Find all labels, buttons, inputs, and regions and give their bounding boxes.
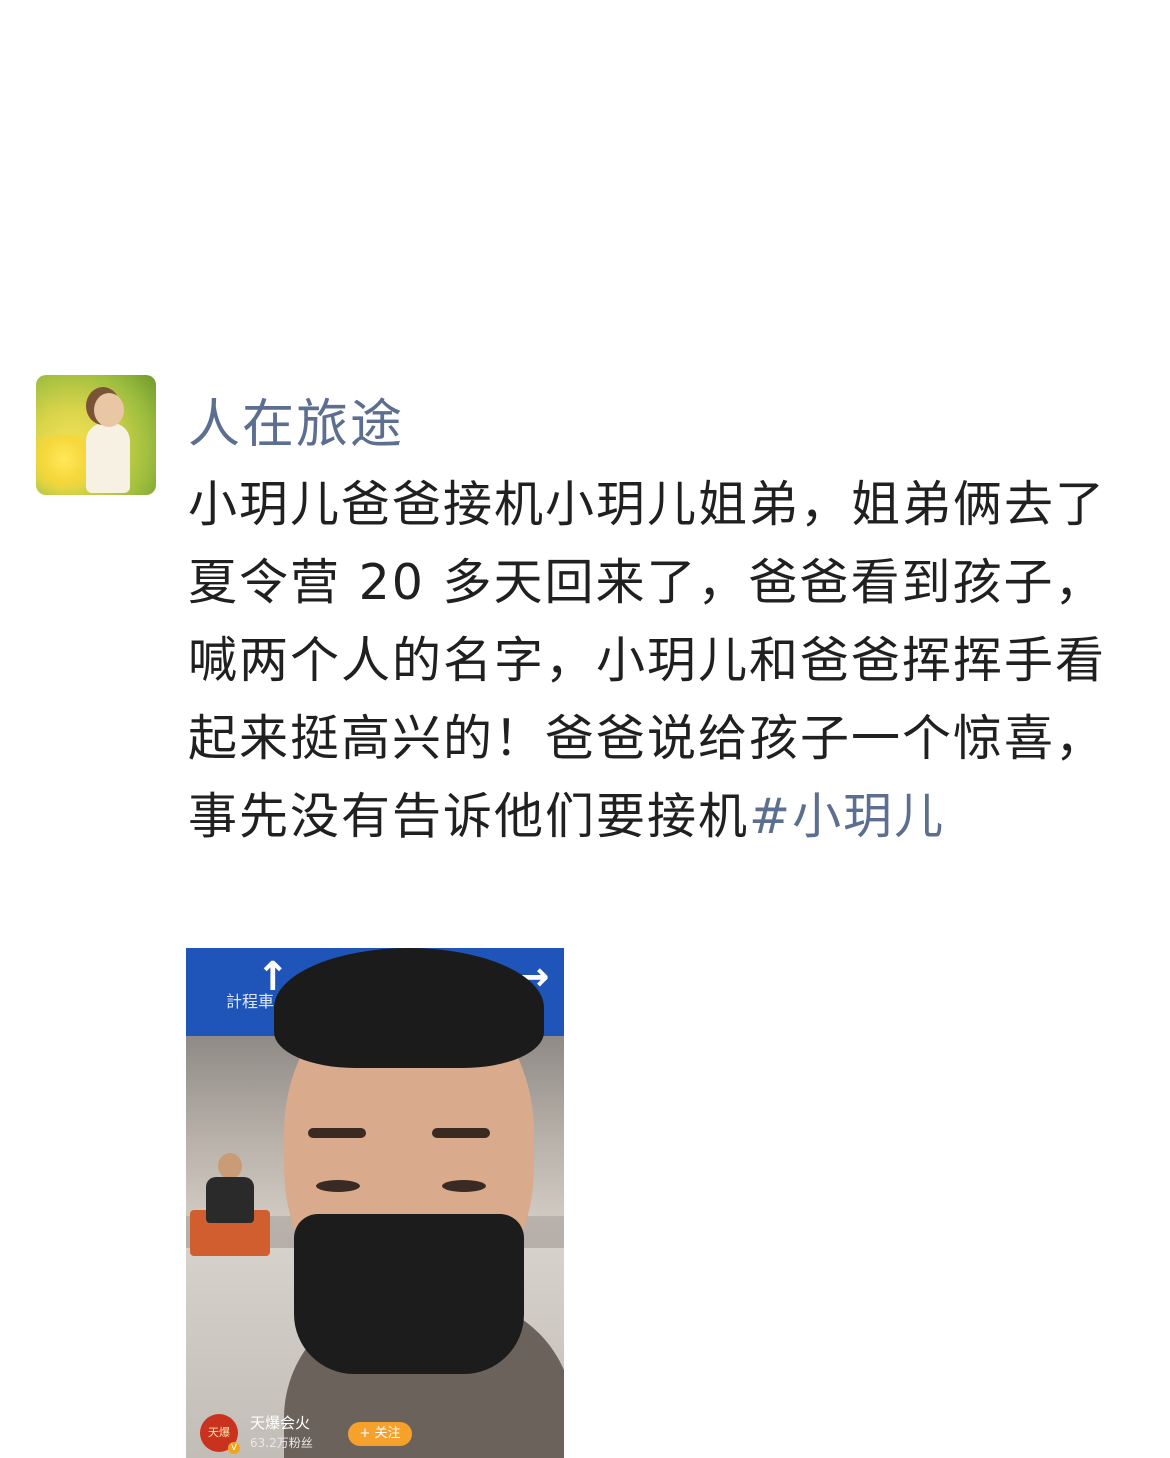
creator-fans-count: 63.2万粉丝 xyxy=(250,1436,313,1450)
bystander-head xyxy=(218,1153,242,1179)
right-eye xyxy=(442,1180,486,1192)
creator-name[interactable]: 天爆会火 xyxy=(250,1412,310,1433)
left-eye xyxy=(316,1180,360,1192)
follow-button[interactable]: + 关注 xyxy=(348,1422,412,1446)
bystander-figure xyxy=(200,1153,260,1263)
avatar-figure-body xyxy=(86,423,130,493)
video-thumbnail[interactable]: ↑ → 計程車 Taxi 天爆 V 天爆会火 63.2万粉丝 + 关注 xyxy=(186,948,564,1458)
avatar-figure-head xyxy=(94,393,124,427)
verified-badge-icon: V xyxy=(228,1442,240,1454)
post-body: 小玥儿爸爸接机小玥儿姐弟，姐弟俩去了夏令营 20 多天回来了，爸爸看到孩子，喊两… xyxy=(188,476,1107,845)
hashtag-link[interactable]: #小玥儿 xyxy=(749,788,945,845)
right-eyebrow xyxy=(432,1128,490,1138)
creator-bar: 天爆 V 天爆会火 63.2万粉丝 + 关注 xyxy=(200,1410,560,1454)
user-avatar[interactable] xyxy=(36,375,156,495)
masked-man xyxy=(274,948,564,1458)
man-hair xyxy=(274,948,544,1068)
left-eyebrow xyxy=(308,1128,366,1138)
post-text: 小玥儿爸爸接机小玥儿姐弟，姐弟俩去了夏令营 20 多天回来了，爸爸看到孩子，喊两… xyxy=(188,466,1148,856)
username[interactable]: 人在旅途 xyxy=(188,382,404,457)
bystander-body xyxy=(206,1177,254,1223)
face-mask xyxy=(294,1214,524,1374)
